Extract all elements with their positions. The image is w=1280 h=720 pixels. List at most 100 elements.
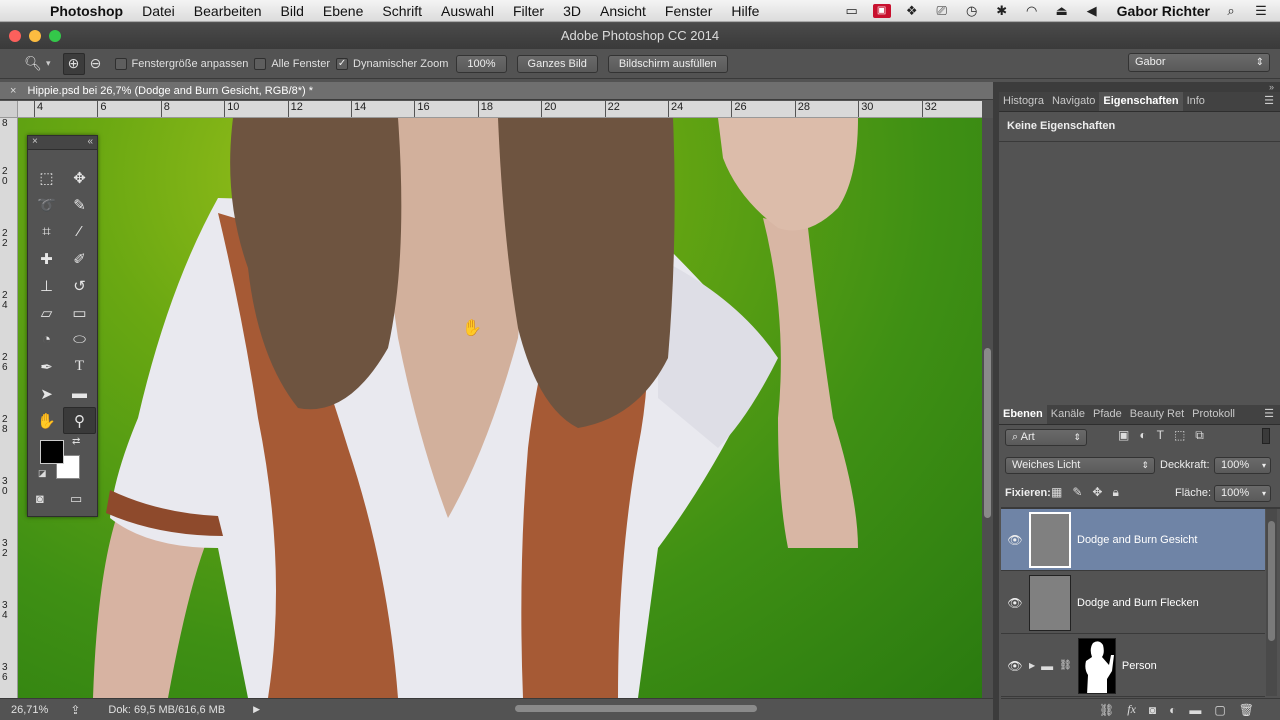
fill-screen-button[interactable]: Bildschirm ausfüllen: [607, 54, 728, 73]
layer-style-icon[interactable]: fx: [1127, 702, 1136, 717]
tool-preset-arrow-icon[interactable]: ▾: [46, 58, 51, 69]
tab-info[interactable]: Info: [1183, 92, 1209, 111]
type-tool-icon[interactable]: T: [63, 353, 96, 380]
all-windows-checkbox[interactable]: Alle Fenster: [254, 57, 330, 70]
quick-select-tool-icon[interactable]: ✎: [63, 191, 96, 218]
zoom-window-button[interactable]: [49, 30, 61, 42]
tab-properties[interactable]: Eigenschaften: [1099, 92, 1183, 111]
adjustment-layer-icon[interactable]: ◐: [1169, 703, 1176, 717]
eraser-tool-icon[interactable]: ▱: [30, 299, 63, 326]
move-tool-icon[interactable]: ✥: [63, 164, 96, 191]
close-window-button[interactable]: [9, 30, 21, 42]
zoom-tool-icon[interactable]: 🔍︎: [22, 53, 44, 75]
collapse-tools-icon[interactable]: «: [87, 136, 93, 147]
menu-fenster[interactable]: Fenster: [665, 3, 712, 19]
filter-toggle[interactable]: [1262, 428, 1270, 444]
visibility-eye-icon[interactable]: 👁︎: [1001, 533, 1029, 547]
horizontal-scrollbar[interactable]: [515, 705, 757, 712]
eject-icon[interactable]: ⏏: [1053, 4, 1071, 18]
layers-panel-menu-icon[interactable]: ☰: [1264, 407, 1274, 420]
export-icon[interactable]: ⇪: [70, 703, 80, 717]
volume-icon[interactable]: ◀: [1083, 4, 1101, 18]
layer-row[interactable]: 👁︎ Dodge and Burn Flecken: [1001, 572, 1265, 634]
tab-navigator[interactable]: Navigato: [1048, 92, 1099, 111]
display-icon[interactable]: ▭: [843, 4, 861, 18]
search-icon[interactable]: ⌕: [1222, 4, 1240, 18]
new-group-icon[interactable]: ▬: [1189, 703, 1201, 717]
menu-app[interactable]: Photoshop: [50, 3, 123, 19]
gradient-tool-icon[interactable]: ▭: [63, 299, 96, 326]
lasso-tool-icon[interactable]: ➰: [30, 191, 63, 218]
tab-beauty-retouch[interactable]: Beauty Ret: [1126, 405, 1188, 424]
panel-collapse-icon[interactable]: »: [999, 82, 1280, 92]
healing-brush-tool-icon[interactable]: ✚: [30, 245, 63, 272]
zoom-tool-icon[interactable]: ⚲: [63, 407, 96, 434]
minimize-window-button[interactable]: [29, 30, 41, 42]
wifi-icon[interactable]: ◠: [1023, 4, 1041, 18]
tab-channels[interactable]: Kanäle: [1047, 405, 1089, 424]
close-document-icon[interactable]: ×: [10, 85, 16, 97]
layer-row[interactable]: 👁︎ Dodge and Burn Gesicht: [1001, 509, 1265, 571]
tab-paths[interactable]: Pfade: [1089, 405, 1126, 424]
marquee-tool-icon[interactable]: ⬚: [30, 164, 63, 191]
filter-shape-icon[interactable]: ⬚: [1174, 428, 1185, 443]
timemachine-icon[interactable]: ◷: [963, 4, 981, 18]
menu-auswahl[interactable]: Auswahl: [441, 3, 494, 19]
zoom-100-button[interactable]: 100%: [456, 54, 507, 73]
link-icon[interactable]: ⛓: [1059, 660, 1072, 671]
vertical-ruler[interactable]: 8 20 22 24 26 28 30 32 34 36: [0, 101, 18, 698]
menu-bearbeiten[interactable]: Bearbeiten: [194, 3, 262, 19]
layer-mask-thumbnail[interactable]: [1077, 637, 1116, 694]
menu-filter[interactable]: Filter: [513, 3, 544, 19]
zoom-level[interactable]: 26,71%: [11, 704, 48, 716]
eyedropper-tool-icon[interactable]: ⁄: [63, 218, 96, 245]
visibility-eye-icon[interactable]: 👁︎: [1001, 659, 1029, 673]
screen-mode-icon[interactable]: ▭: [70, 491, 82, 507]
layer-name[interactable]: Dodge and Burn Flecken: [1077, 597, 1199, 609]
hand-tool-icon[interactable]: ✋: [30, 407, 63, 434]
lock-all-icon[interactable]: 🔒︎: [1112, 485, 1118, 500]
lock-pixels-icon[interactable]: ✎: [1072, 485, 1082, 500]
new-layer-icon[interactable]: ▢: [1214, 703, 1225, 717]
layer-filter-select[interactable]: ⌕ Art ⇕: [1005, 429, 1087, 446]
vertical-scrollbar[interactable]: [982, 118, 993, 698]
menu-schrift[interactable]: Schrift: [382, 3, 422, 19]
path-select-tool-icon[interactable]: ➤: [30, 380, 63, 407]
add-mask-icon[interactable]: ◙: [1149, 703, 1156, 717]
menu-3d[interactable]: 3D: [563, 3, 581, 19]
bluetooth-icon[interactable]: ✱: [993, 4, 1011, 18]
panel-menu-icon[interactable]: ☰: [1264, 94, 1274, 107]
ruler-origin[interactable]: [0, 101, 18, 118]
document-canvas[interactable]: ✋: [18, 118, 982, 698]
dodge-tool-icon[interactable]: ⬭: [63, 326, 96, 353]
list-icon[interactable]: ☰: [1252, 4, 1270, 18]
zoom-out-icon[interactable]: ⊖: [85, 53, 107, 75]
swap-colors-icon[interactable]: ⇄: [72, 436, 80, 447]
airplay-icon[interactable]: ⎚: [933, 4, 951, 18]
blur-tool-icon[interactable]: ◔: [30, 326, 63, 353]
dynamic-zoom-checkbox[interactable]: ✓ Dynamischer Zoom: [336, 57, 448, 70]
layers-scrollbar[interactable]: [1266, 509, 1277, 696]
close-tools-icon[interactable]: ×: [32, 136, 38, 147]
foreground-color-swatch[interactable]: [40, 440, 64, 464]
rectangle-tool-icon[interactable]: ▬: [63, 380, 96, 407]
opacity-input[interactable]: 100% ▾: [1214, 457, 1271, 474]
brush-tool-icon[interactable]: ✐: [63, 245, 96, 272]
history-brush-tool-icon[interactable]: ↺: [63, 272, 96, 299]
document-tab[interactable]: × Hippie.psd bei 26,7% (Dodge and Burn G…: [0, 82, 993, 100]
full-image-button[interactable]: Ganzes Bild: [516, 54, 598, 73]
zoom-in-icon[interactable]: ⊕: [62, 52, 85, 75]
filter-pixel-icon[interactable]: ▣: [1118, 428, 1129, 443]
link-layers-icon[interactable]: ⛓: [1099, 703, 1114, 717]
quick-mask-icon[interactable]: ◙: [36, 491, 44, 506]
menu-bild[interactable]: Bild: [281, 3, 304, 19]
menu-hilfe[interactable]: Hilfe: [731, 3, 759, 19]
visibility-eye-icon[interactable]: 👁︎: [1001, 596, 1029, 610]
fill-input[interactable]: 100% ▾: [1214, 485, 1271, 502]
menu-ebene[interactable]: Ebene: [323, 3, 363, 19]
apple-icon[interactable]: [20, 3, 36, 19]
default-colors-icon[interactable]: ◪: [38, 468, 47, 479]
fit-window-checkbox[interactable]: Fenstergröße anpassen: [114, 57, 248, 70]
layer-name[interactable]: Person: [1122, 660, 1157, 672]
layer-group-row[interactable]: 👁︎ ▶ ▬ ⛓ Person: [1001, 635, 1265, 697]
